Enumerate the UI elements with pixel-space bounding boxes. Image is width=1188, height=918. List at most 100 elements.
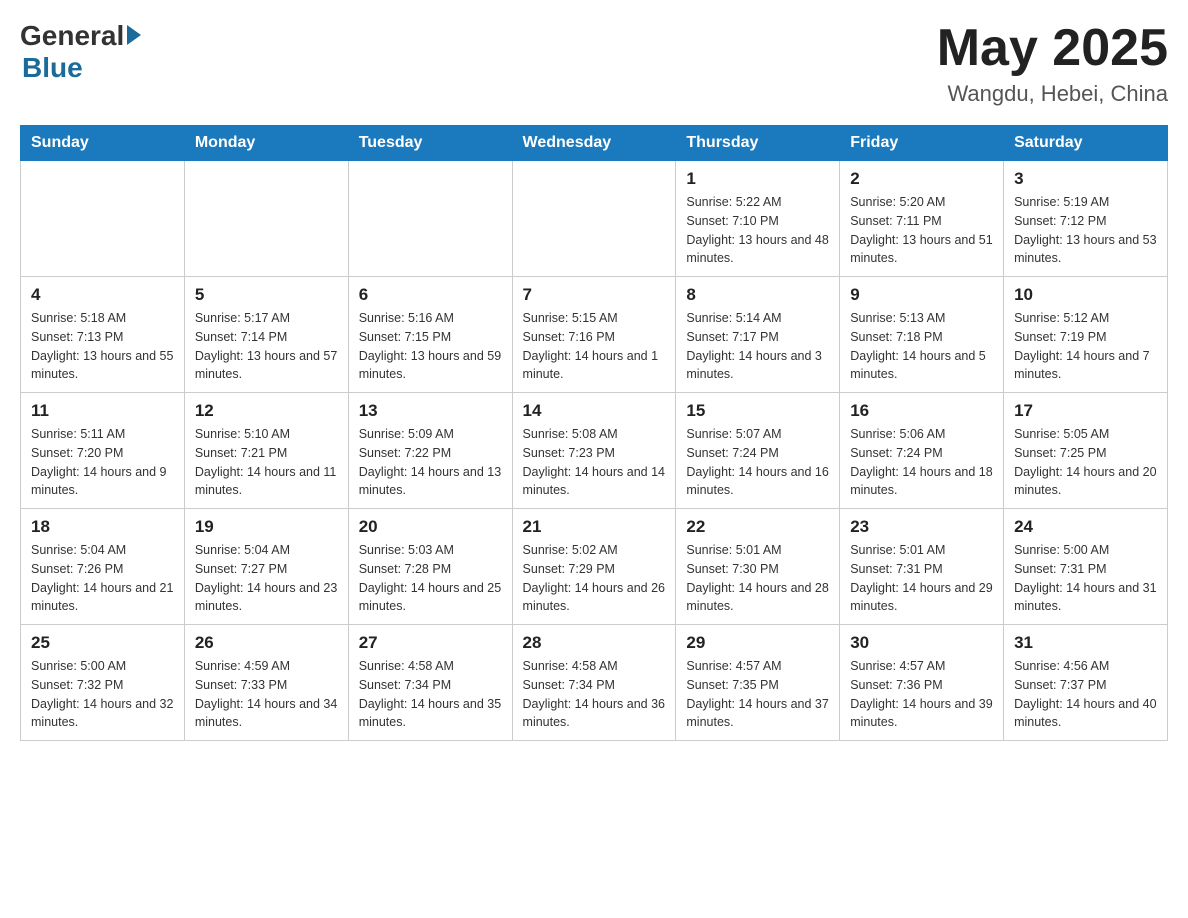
day-info: Sunrise: 5:03 AM Sunset: 7:28 PM Dayligh… bbox=[359, 541, 502, 616]
calendar-cell: 3 Sunrise: 5:19 AM Sunset: 7:12 PM Daylig… bbox=[1004, 161, 1168, 277]
day-header-sunday: Sunday bbox=[21, 126, 185, 161]
logo: General Blue bbox=[20, 20, 141, 84]
day-info: Sunrise: 5:00 AM Sunset: 7:32 PM Dayligh… bbox=[31, 657, 174, 732]
day-info: Sunrise: 4:56 AM Sunset: 7:37 PM Dayligh… bbox=[1014, 657, 1157, 732]
calendar-cell: 14 Sunrise: 5:08 AM Sunset: 7:23 PM Dayli… bbox=[512, 393, 676, 509]
day-info: Sunrise: 5:01 AM Sunset: 7:31 PM Dayligh… bbox=[850, 541, 993, 616]
calendar-cell: 17 Sunrise: 5:05 AM Sunset: 7:25 PM Dayli… bbox=[1004, 393, 1168, 509]
calendar-cell: 20 Sunrise: 5:03 AM Sunset: 7:28 PM Dayli… bbox=[348, 509, 512, 625]
day-info: Sunrise: 5:06 AM Sunset: 7:24 PM Dayligh… bbox=[850, 425, 993, 500]
day-number: 17 bbox=[1014, 401, 1157, 421]
day-number: 10 bbox=[1014, 285, 1157, 305]
day-number: 6 bbox=[359, 285, 502, 305]
logo-blue-text: Blue bbox=[22, 52, 83, 84]
calendar-cell bbox=[512, 161, 676, 277]
day-info: Sunrise: 5:00 AM Sunset: 7:31 PM Dayligh… bbox=[1014, 541, 1157, 616]
calendar-cell: 12Sunrise: 5:10 AM Sunset: 7:21 PM Dayli… bbox=[184, 393, 348, 509]
day-info: Sunrise: 5:19 AM Sunset: 7:12 PM Dayligh… bbox=[1014, 193, 1157, 268]
calendar-cell: 4 Sunrise: 5:18 AM Sunset: 7:13 PM Daylig… bbox=[21, 277, 185, 393]
calendar-cell: 2 Sunrise: 5:20 AM Sunset: 7:11 PM Daylig… bbox=[840, 161, 1004, 277]
day-info: Sunrise: 5:11 AM Sunset: 7:20 PM Dayligh… bbox=[31, 425, 174, 500]
day-number: 14 bbox=[523, 401, 666, 421]
calendar-cell: 7 Sunrise: 5:15 AM Sunset: 7:16 PM Daylig… bbox=[512, 277, 676, 393]
day-info: Sunrise: 5:09 AM Sunset: 7:22 PM Dayligh… bbox=[359, 425, 502, 500]
day-number: 2 bbox=[850, 169, 993, 189]
day-number: 29 bbox=[686, 633, 829, 653]
day-info: Sunrise: 5:16 AM Sunset: 7:15 PM Dayligh… bbox=[359, 309, 502, 384]
day-info: Sunrise: 5:10 AM Sunset: 7:21 PM Dayligh… bbox=[195, 425, 338, 500]
day-info: Sunrise: 5:14 AM Sunset: 7:17 PM Dayligh… bbox=[686, 309, 829, 384]
week-row-4: 18Sunrise: 5:04 AM Sunset: 7:26 PM Dayli… bbox=[21, 509, 1168, 625]
day-header-thursday: Thursday bbox=[676, 126, 840, 161]
day-number: 20 bbox=[359, 517, 502, 537]
day-number: 31 bbox=[1014, 633, 1157, 653]
calendar-cell: 15Sunrise: 5:07 AM Sunset: 7:24 PM Dayli… bbox=[676, 393, 840, 509]
calendar-cell: 18Sunrise: 5:04 AM Sunset: 7:26 PM Dayli… bbox=[21, 509, 185, 625]
day-number: 15 bbox=[686, 401, 829, 421]
day-number: 4 bbox=[31, 285, 174, 305]
week-row-2: 4 Sunrise: 5:18 AM Sunset: 7:13 PM Daylig… bbox=[21, 277, 1168, 393]
day-info: Sunrise: 5:22 AM Sunset: 7:10 PM Dayligh… bbox=[686, 193, 829, 268]
title-section: May 2025 Wangdu, Hebei, China bbox=[937, 20, 1168, 107]
calendar-cell: 22 Sunrise: 5:01 AM Sunset: 7:30 PM Dayli… bbox=[676, 509, 840, 625]
calendar-cell bbox=[21, 161, 185, 277]
day-number: 5 bbox=[195, 285, 338, 305]
day-info: Sunrise: 5:08 AM Sunset: 7:23 PM Dayligh… bbox=[523, 425, 666, 500]
calendar-cell: 23 Sunrise: 5:01 AM Sunset: 7:31 PM Dayli… bbox=[840, 509, 1004, 625]
calendar-cell: 25Sunrise: 5:00 AM Sunset: 7:32 PM Dayli… bbox=[21, 625, 185, 741]
day-info: Sunrise: 5:13 AM Sunset: 7:18 PM Dayligh… bbox=[850, 309, 993, 384]
day-info: Sunrise: 5:05 AM Sunset: 7:25 PM Dayligh… bbox=[1014, 425, 1157, 500]
day-number: 1 bbox=[686, 169, 829, 189]
calendar-cell bbox=[348, 161, 512, 277]
location-text: Wangdu, Hebei, China bbox=[937, 81, 1168, 107]
calendar-table: SundayMondayTuesdayWednesdayThursdayFrid… bbox=[20, 125, 1168, 741]
day-number: 7 bbox=[523, 285, 666, 305]
day-number: 11 bbox=[31, 401, 174, 421]
calendar-cell: 5Sunrise: 5:17 AM Sunset: 7:14 PM Daylig… bbox=[184, 277, 348, 393]
day-info: Sunrise: 5:01 AM Sunset: 7:30 PM Dayligh… bbox=[686, 541, 829, 616]
day-number: 24 bbox=[1014, 517, 1157, 537]
calendar-cell: 26 Sunrise: 4:59 AM Sunset: 7:33 PM Dayli… bbox=[184, 625, 348, 741]
day-info: Sunrise: 5:04 AM Sunset: 7:27 PM Dayligh… bbox=[195, 541, 338, 616]
day-info: Sunrise: 5:18 AM Sunset: 7:13 PM Dayligh… bbox=[31, 309, 174, 384]
day-info: Sunrise: 4:57 AM Sunset: 7:35 PM Dayligh… bbox=[686, 657, 829, 732]
day-number: 16 bbox=[850, 401, 993, 421]
day-info: Sunrise: 5:02 AM Sunset: 7:29 PM Dayligh… bbox=[523, 541, 666, 616]
calendar-cell: 6 Sunrise: 5:16 AM Sunset: 7:15 PM Daylig… bbox=[348, 277, 512, 393]
day-header-tuesday: Tuesday bbox=[348, 126, 512, 161]
page-header: General Blue May 2025 Wangdu, Hebei, Chi… bbox=[20, 20, 1168, 107]
day-info: Sunrise: 5:20 AM Sunset: 7:11 PM Dayligh… bbox=[850, 193, 993, 268]
calendar-cell: 9Sunrise: 5:13 AM Sunset: 7:18 PM Daylig… bbox=[840, 277, 1004, 393]
logo-arrow-icon bbox=[127, 25, 141, 45]
calendar-cell: 30 Sunrise: 4:57 AM Sunset: 7:36 PM Dayli… bbox=[840, 625, 1004, 741]
day-number: 26 bbox=[195, 633, 338, 653]
day-info: Sunrise: 5:15 AM Sunset: 7:16 PM Dayligh… bbox=[523, 309, 666, 384]
week-row-5: 25Sunrise: 5:00 AM Sunset: 7:32 PM Dayli… bbox=[21, 625, 1168, 741]
logo-general-text: General bbox=[20, 20, 124, 52]
day-info: Sunrise: 4:57 AM Sunset: 7:36 PM Dayligh… bbox=[850, 657, 993, 732]
day-header-monday: Monday bbox=[184, 126, 348, 161]
day-info: Sunrise: 4:58 AM Sunset: 7:34 PM Dayligh… bbox=[359, 657, 502, 732]
month-title: May 2025 bbox=[937, 20, 1168, 77]
day-number: 23 bbox=[850, 517, 993, 537]
day-number: 30 bbox=[850, 633, 993, 653]
week-row-3: 11 Sunrise: 5:11 AM Sunset: 7:20 PM Dayli… bbox=[21, 393, 1168, 509]
week-row-1: 1 Sunrise: 5:22 AM Sunset: 7:10 PM Daylig… bbox=[21, 161, 1168, 277]
day-info: Sunrise: 5:12 AM Sunset: 7:19 PM Dayligh… bbox=[1014, 309, 1157, 384]
calendar-cell: 29 Sunrise: 4:57 AM Sunset: 7:35 PM Dayli… bbox=[676, 625, 840, 741]
day-number: 22 bbox=[686, 517, 829, 537]
calendar-cell: 8Sunrise: 5:14 AM Sunset: 7:17 PM Daylig… bbox=[676, 277, 840, 393]
day-info: Sunrise: 4:58 AM Sunset: 7:34 PM Dayligh… bbox=[523, 657, 666, 732]
calendar-cell: 31 Sunrise: 4:56 AM Sunset: 7:37 PM Dayli… bbox=[1004, 625, 1168, 741]
day-number: 19 bbox=[195, 517, 338, 537]
day-number: 18 bbox=[31, 517, 174, 537]
day-number: 3 bbox=[1014, 169, 1157, 189]
calendar-cell: 11 Sunrise: 5:11 AM Sunset: 7:20 PM Dayli… bbox=[21, 393, 185, 509]
day-header-saturday: Saturday bbox=[1004, 126, 1168, 161]
day-info: Sunrise: 4:59 AM Sunset: 7:33 PM Dayligh… bbox=[195, 657, 338, 732]
day-number: 27 bbox=[359, 633, 502, 653]
calendar-cell: 21 Sunrise: 5:02 AM Sunset: 7:29 PM Dayli… bbox=[512, 509, 676, 625]
calendar-cell: 24 Sunrise: 5:00 AM Sunset: 7:31 PM Dayli… bbox=[1004, 509, 1168, 625]
calendar-header-row: SundayMondayTuesdayWednesdayThursdayFrid… bbox=[21, 126, 1168, 161]
day-number: 21 bbox=[523, 517, 666, 537]
